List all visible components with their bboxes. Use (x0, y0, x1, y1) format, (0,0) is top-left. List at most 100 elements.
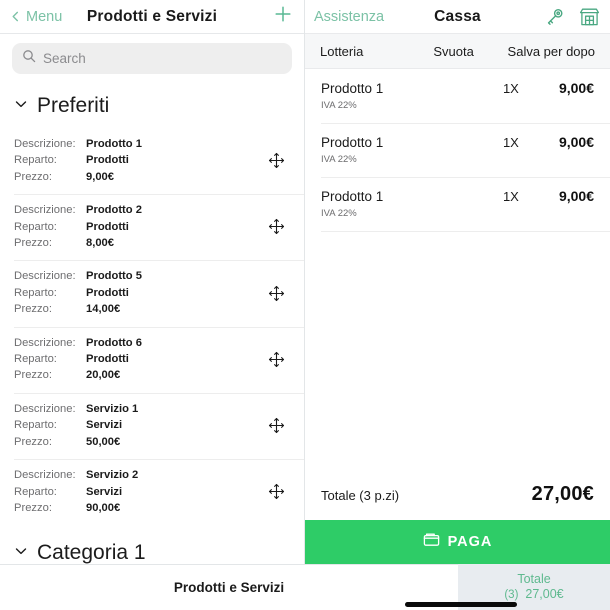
move-handle-icon[interactable] (265, 414, 287, 436)
storefront-icon[interactable] (577, 5, 601, 29)
field-value-reparto: Prodotti (86, 220, 129, 233)
field-label-descrizione: Descrizione: (14, 270, 76, 283)
field-value-reparto: Prodotti (86, 154, 129, 167)
field-value-descrizione: Servizio 2 (86, 469, 139, 482)
products-panel: Menu Prodotti e Servizi Search Preferiti… (0, 0, 305, 610)
field-label-reparto: Reparto: (14, 353, 57, 366)
field-value-prezzo: 14,00€ (86, 303, 121, 316)
list-item[interactable]: Descrizione: Prodotto 2 Reparto: Prodotti … (0, 194, 304, 260)
table-row[interactable]: Prodotto 1 IVA 22% 1X 9,00€ (305, 177, 610, 231)
table-row[interactable]: Prodotto 1 IVA 22% 1X 9,00€ (305, 123, 610, 177)
cart-item-info: Prodotto 1 IVA 22% (321, 80, 503, 113)
cart-item-quantity: 1X (502, 81, 519, 96)
list-item[interactable]: Descrizione: Prodotto 5 Reparto: Prodotti … (0, 260, 304, 326)
paga-button[interactable]: PAGA (305, 520, 610, 564)
field-value-prezzo: 90,00€ (86, 501, 121, 514)
cart-item-name: Prodotto 1 (321, 81, 384, 96)
back-to-menu-button[interactable]: Menu (10, 9, 62, 25)
section-header-preferiti[interactable]: Preferiti (0, 82, 304, 128)
tab-totale-amount: 27,00€ (525, 586, 564, 601)
list-item[interactable]: Descrizione: Prodotto 1 Reparto: Prodotti … (0, 128, 304, 194)
assistance-link[interactable]: Assistenza (314, 9, 384, 25)
home-indicator (405, 602, 517, 607)
field-value-descrizione: Prodotto 5 (86, 270, 142, 283)
field-label-prezzo: Prezzo: (14, 303, 52, 316)
field-label-prezzo: Prezzo: (14, 501, 52, 514)
field-label-reparto: Reparto: (14, 286, 57, 299)
products-header: Menu Prodotti e Servizi (0, 0, 304, 33)
add-product-button[interactable] (272, 6, 294, 28)
field-value-prezzo: 50,00€ (86, 435, 121, 448)
move-handle-icon[interactable] (265, 348, 287, 370)
move-handle-icon[interactable] (265, 150, 287, 172)
move-handle-icon[interactable] (265, 282, 287, 304)
field-value-reparto: Prodotti (86, 286, 129, 299)
cart-item-info: Prodotto 1 IVA 22% (321, 134, 503, 167)
pay-button-strip (305, 559, 458, 564)
cassa-header: Assistenza Cassa (305, 0, 610, 33)
table-row[interactable]: Prodotto 1 IVA 22% 1X 9,00€ (305, 69, 610, 123)
search-icon (22, 49, 36, 68)
tab-totale-details: (3) 27,00€ (504, 587, 563, 603)
field-value-reparto: Prodotti (86, 353, 129, 366)
field-value-descrizione: Servizio 1 (86, 402, 139, 415)
cart-item-name: Prodotto 1 (321, 189, 384, 204)
bottom-tabbar: Prodotti e Servizi Totale (3) 27,00€ (0, 564, 610, 610)
field-label-reparto: Reparto: (14, 154, 57, 167)
product-fields: Descrizione: Prodotto 2 Reparto: Prodotti … (14, 202, 265, 251)
cart-item-price: 9,00€ (558, 80, 594, 96)
field-value-reparto: Servizi (86, 419, 123, 432)
field-label-reparto: Reparto: (14, 485, 57, 498)
move-handle-icon[interactable] (265, 216, 287, 238)
cart-items-list[interactable]: Prodotto 1 IVA 22% 1X 9,00€ Prodotto 1 I… (305, 69, 610, 483)
cart-item-vat: IVA 22% (321, 154, 357, 165)
tab-prodotti-e-servizi[interactable]: Prodotti e Servizi (0, 564, 458, 610)
move-handle-icon[interactable] (265, 481, 287, 503)
cart-action-bar: Lotteria Svuota Salva per dopo (305, 33, 610, 69)
section-title: Categoria 1 (37, 541, 146, 565)
field-label-prezzo: Prezzo: (14, 435, 52, 448)
chevron-down-icon (14, 97, 28, 116)
cart-item-name: Prodotto 1 (321, 135, 384, 150)
field-label-descrizione: Descrizione: (14, 469, 76, 482)
field-label-descrizione: Descrizione: (14, 138, 76, 150)
cart-item-vat: IVA 22% (321, 100, 357, 111)
field-value-prezzo: 9,00€ (86, 170, 114, 183)
cart-item-quantity: 1X (502, 135, 519, 150)
cart-item-quantity: 1X (502, 189, 519, 204)
product-fields: Descrizione: Servizio 2 Reparto: Servizi P… (14, 467, 265, 516)
list-item[interactable]: Descrizione: Servizio 1 Reparto: Servizi P… (0, 392, 304, 459)
paga-label: PAGA (447, 534, 493, 550)
cart-list-end-separator (305, 231, 610, 232)
section-title: Preferiti (37, 94, 110, 117)
field-value-prezzo: 8,00€ (86, 237, 114, 250)
field-value-reparto: Servizi (86, 485, 123, 498)
key-icon[interactable] (543, 5, 567, 29)
plus-icon (273, 4, 293, 29)
products-scroll-area[interactable]: Preferiti Descrizione: Prodotto 1 Reparto… (0, 82, 304, 610)
search-container: Search (0, 34, 304, 82)
field-label-prezzo: Prezzo: (14, 369, 52, 382)
product-fields: Descrizione: Prodotto 1 Reparto: Prodotti … (14, 136, 265, 185)
list-item[interactable]: Descrizione: Servizio 2 Reparto: Servizi P… (0, 459, 304, 525)
cart-item-vat: IVA 22% (321, 208, 357, 219)
field-value-descrizione: Prodotto 2 (86, 204, 142, 217)
field-value-descrizione: Prodotto 6 (86, 336, 142, 349)
field-label-prezzo: Prezzo: (14, 237, 52, 250)
tab-label: Prodotti e Servizi (173, 580, 285, 595)
lotteria-button[interactable]: Lotteria (320, 44, 363, 59)
field-label-reparto: Reparto: (14, 419, 57, 432)
header-icons (543, 5, 601, 29)
total-value: 27,00€ (531, 483, 594, 505)
salva-per-dopo-button[interactable]: Salva per dopo (508, 44, 595, 59)
field-label-reparto: Reparto: (14, 220, 57, 233)
list-item[interactable]: Descrizione: Prodotto 6 Reparto: Prodotti … (0, 326, 304, 393)
product-fields: Descrizione: Prodotto 5 Reparto: Prodotti … (14, 268, 265, 317)
field-label-descrizione: Descrizione: (14, 402, 76, 415)
product-fields: Descrizione: Servizio 1 Reparto: Servizi P… (14, 401, 265, 450)
field-label-descrizione: Descrizione: (14, 336, 76, 349)
svuota-button[interactable]: Svuota (433, 44, 473, 59)
search-input[interactable]: Search (12, 43, 292, 74)
cart-item-price: 9,00€ (558, 188, 594, 204)
pos-app-screen: Menu Prodotti e Servizi Search Preferiti… (0, 0, 610, 610)
